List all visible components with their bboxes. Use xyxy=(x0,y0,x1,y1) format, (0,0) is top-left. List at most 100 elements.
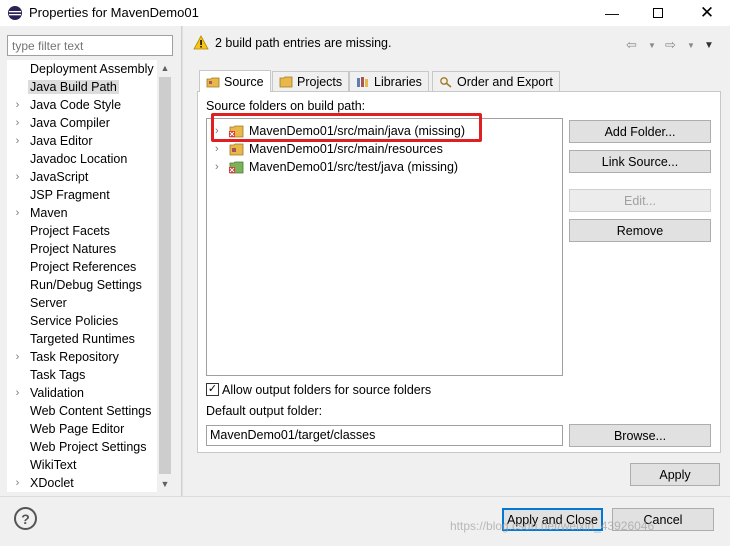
nav-item-label: Web Page Editor xyxy=(30,422,125,436)
nav-item-label: JavaScript xyxy=(30,170,89,184)
allow-output-label: Allow output folders for source folders xyxy=(222,383,432,397)
nav-item[interactable]: › Java Editor xyxy=(7,132,157,150)
window-title: Properties for MavenDemo01 xyxy=(29,5,199,20)
filter-input[interactable] xyxy=(7,35,173,56)
tab-libraries[interactable]: Libraries xyxy=(349,71,429,92)
property-page-tree[interactable]: Deployment Assembly Java Build Path › Java … xyxy=(7,60,173,492)
nav-item[interactable]: Project Facets xyxy=(7,222,157,240)
source-folders-label: Source folders on build path: xyxy=(206,99,366,113)
nav-item-label: Task Repository xyxy=(30,350,119,364)
nav-item[interactable]: Targeted Runtimes xyxy=(7,330,157,348)
nav-item[interactable]: Web Content Settings xyxy=(7,402,157,420)
minimize-icon[interactable]: — xyxy=(589,0,635,26)
nav-item[interactable]: › Maven xyxy=(7,204,157,222)
nav-item-label: Project References xyxy=(30,260,137,274)
nav-item-label: Service Policies xyxy=(30,314,119,328)
source-folder-label: MavenDemo01/src/test/java (missing) xyxy=(249,160,459,174)
tab-source[interactable]: Source xyxy=(199,70,271,92)
tab-label: Libraries xyxy=(374,75,422,89)
default-output-field[interactable]: MavenDemo01/target/classes xyxy=(206,425,563,446)
nav-item-label: Run/Debug Settings xyxy=(30,278,142,292)
footer-divider xyxy=(0,496,730,497)
watermark-text: https://blog.csdn.net/weixin_43926046 xyxy=(450,519,655,533)
warning-icon xyxy=(193,35,209,50)
expand-chevron-icon[interactable]: › xyxy=(7,477,28,489)
nav-item[interactable]: Java Build Path xyxy=(7,78,157,96)
nav-item[interactable]: › Task Repository xyxy=(7,348,157,366)
nav-item-label: Server xyxy=(30,296,67,310)
nav-item-label: Task Tags xyxy=(30,368,86,382)
scrollbar-thumb[interactable] xyxy=(159,77,171,474)
tab-order-and-export[interactable]: Order and Export xyxy=(432,71,560,92)
nav-item[interactable]: Task Tags xyxy=(7,366,157,384)
expand-chevron-icon[interactable]: › xyxy=(7,117,28,129)
nav-item-label: Project Facets xyxy=(30,224,110,238)
nav-item[interactable]: Javadoc Location xyxy=(7,150,157,168)
maximize-icon[interactable] xyxy=(635,0,681,26)
forward-menu-chevron-icon[interactable]: ▼ xyxy=(687,41,695,50)
order-export-icon xyxy=(439,76,453,88)
default-output-label: Default output folder: xyxy=(206,404,323,418)
nav-item-label: JSP Fragment xyxy=(30,188,110,202)
highlight-annotation-box xyxy=(211,113,482,142)
projects-icon xyxy=(279,76,293,88)
nav-item-label: WikiText xyxy=(30,458,77,472)
nav-item[interactable]: Project References xyxy=(7,258,157,276)
back-menu-chevron-icon[interactable]: ▼ xyxy=(648,41,656,50)
scroll-down-icon[interactable]: ▼ xyxy=(157,476,173,492)
close-icon[interactable]: ✕ xyxy=(684,0,730,26)
source-folder-item[interactable]: › MavenDemo01/src/main/resources xyxy=(215,140,443,158)
nav-item[interactable]: › Validation xyxy=(7,384,157,402)
remove-button[interactable]: Remove xyxy=(569,219,711,242)
package-folder-icon xyxy=(228,142,244,156)
nav-item[interactable]: Server xyxy=(7,294,157,312)
nav-item-label: Validation xyxy=(30,386,84,400)
tab-projects[interactable]: Projects xyxy=(272,71,350,92)
pane-splitter[interactable] xyxy=(181,26,183,496)
source-folders-tree[interactable]: › MavenDemo01/src/main/java (missing) › … xyxy=(206,118,563,376)
help-icon[interactable]: ? xyxy=(14,507,37,530)
nav-item[interactable]: Service Policies xyxy=(7,312,157,330)
nav-item[interactable]: Project Natures xyxy=(7,240,157,258)
nav-item[interactable]: Run/Debug Settings xyxy=(7,276,157,294)
nav-item[interactable]: Web Page Editor xyxy=(7,420,157,438)
nav-item[interactable]: › Java Code Style xyxy=(7,96,157,114)
nav-item[interactable]: › Java Compiler xyxy=(7,114,157,132)
expand-chevron-icon[interactable]: › xyxy=(7,207,28,219)
nav-item[interactable]: JSP Fragment xyxy=(7,186,157,204)
expand-chevron-icon[interactable]: › xyxy=(7,351,28,363)
expand-chevron-icon[interactable]: › xyxy=(215,143,223,155)
nav-item-label: Java Build Path xyxy=(28,80,119,94)
scroll-up-icon[interactable]: ▲ xyxy=(157,60,173,76)
expand-chevron-icon[interactable]: › xyxy=(7,99,28,111)
expand-chevron-icon[interactable]: › xyxy=(215,161,223,173)
link-source-button[interactable]: Link Source... xyxy=(569,150,711,173)
eclipse-app-icon xyxy=(8,6,22,20)
allow-output-checkbox[interactable]: ✓ xyxy=(206,383,219,396)
nav-item-label: Java Code Style xyxy=(30,98,122,112)
nav-item-label: Java Compiler xyxy=(30,116,110,130)
add-folder-button[interactable]: Add Folder... xyxy=(569,120,711,143)
nav-item-label: Java Editor xyxy=(30,134,93,148)
forward-arrow-icon[interactable]: ⇨ xyxy=(665,37,676,53)
nav-item[interactable]: Deployment Assembly xyxy=(7,60,157,78)
expand-chevron-icon[interactable]: › xyxy=(7,171,28,183)
apply-button[interactable]: Apply xyxy=(630,463,720,486)
nav-item[interactable]: WikiText xyxy=(7,456,157,474)
expand-chevron-icon[interactable]: › xyxy=(7,135,28,147)
nav-item[interactable]: Web Project Settings xyxy=(7,438,157,456)
edit-button[interactable]: Edit... xyxy=(569,189,711,212)
missing-package-folder-icon xyxy=(228,160,244,174)
nav-item-label: Targeted Runtimes xyxy=(30,332,135,346)
browse-button[interactable]: Browse... xyxy=(569,424,711,447)
nav-item-label: Maven xyxy=(30,206,68,220)
nav-item-label: Deployment Assembly xyxy=(30,62,154,76)
nav-item[interactable]: › XDoclet xyxy=(7,474,157,492)
source-folder-item[interactable]: › MavenDemo01/src/test/java (missing) xyxy=(215,158,458,176)
nav-item-label: XDoclet xyxy=(30,476,74,490)
nav-item[interactable]: › JavaScript xyxy=(7,168,157,186)
view-menu-icon[interactable]: ▼ xyxy=(704,40,714,51)
back-arrow-icon[interactable]: ⇦ xyxy=(626,37,637,53)
tab-label: Order and Export xyxy=(457,75,553,89)
expand-chevron-icon[interactable]: › xyxy=(7,387,28,399)
